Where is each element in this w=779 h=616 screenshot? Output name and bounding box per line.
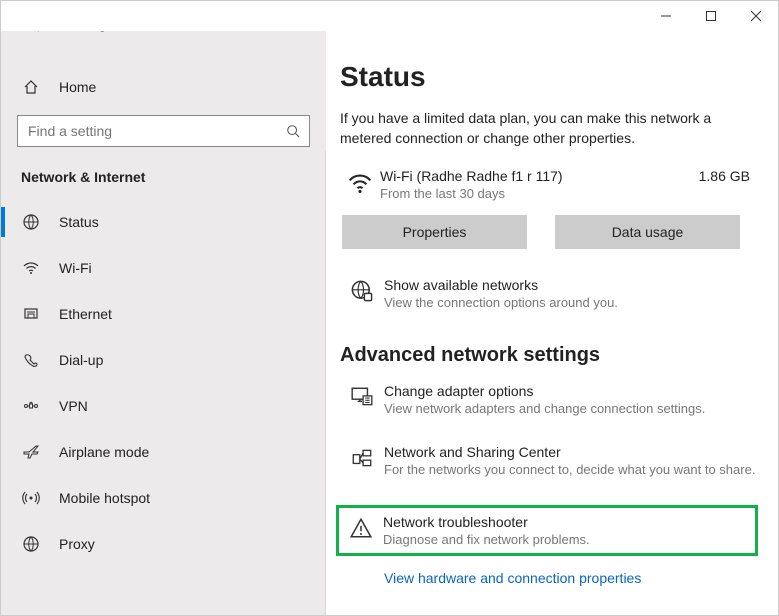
warning-icon [339, 514, 383, 540]
link-title: Network and Sharing Center [384, 444, 755, 460]
nav-wifi[interactable]: Wi-Fi [1, 245, 326, 291]
sidebar: Settings Home Network & Internet [1, 31, 326, 615]
home-nav[interactable]: Home [1, 69, 326, 105]
nav-airplane[interactable]: Airplane mode [1, 429, 326, 475]
nav-label: Ethernet [59, 306, 112, 322]
link-subtitle: View network adapters and change connect… [384, 401, 705, 416]
link-subtitle: Diagnose and fix network problems. [383, 532, 590, 547]
vpn-icon [21, 397, 41, 415]
wifi-icon [21, 259, 41, 277]
hotspot-icon [21, 489, 41, 507]
nav-dialup[interactable]: Dial-up [1, 337, 326, 383]
settings-window: Settings Home Network & Internet [0, 0, 779, 616]
status-icon [21, 213, 41, 231]
network-sharing-center[interactable]: Network and Sharing Center For the netwo… [340, 444, 758, 477]
nav-proxy[interactable]: Proxy [1, 521, 326, 567]
link-subtitle: For the networks you connect to, decide … [384, 462, 755, 477]
nav-label: Dial-up [59, 352, 103, 368]
connection-usage: 1.86 GB [699, 168, 758, 184]
proxy-icon [21, 535, 41, 553]
sharing-icon [340, 444, 384, 470]
connection-name: Wi-Fi (Radhe Radhe f1 r 117) [380, 168, 699, 184]
advanced-header: Advanced network settings [340, 344, 758, 367]
ethernet-icon [21, 305, 41, 323]
search-input[interactable] [18, 123, 277, 139]
intro-text: If you have a limited data plan, you can… [340, 109, 758, 148]
app-title: Settings [67, 31, 112, 32]
nav-label: Proxy [59, 536, 95, 552]
page-title: Status [340, 61, 758, 93]
connection-subtitle: From the last 30 days [380, 186, 699, 201]
airplane-icon [21, 443, 41, 461]
search-box[interactable] [17, 115, 310, 147]
globe-icon [340, 277, 384, 303]
view-hardware-link[interactable]: View hardware and connection properties [384, 570, 758, 586]
dialup-icon [21, 351, 41, 369]
nav-label: Airplane mode [59, 444, 149, 460]
search-icon [277, 124, 309, 138]
network-troubleshooter[interactable]: Network troubleshooter Diagnose and fix … [336, 505, 758, 556]
adapter-icon [340, 383, 384, 409]
properties-button[interactable]: Properties [342, 215, 527, 249]
titlebar [1, 1, 778, 31]
link-title: Change adapter options [384, 383, 705, 399]
home-icon [21, 79, 41, 95]
link-title: Network troubleshooter [383, 514, 590, 530]
nav-vpn[interactable]: VPN [1, 383, 326, 429]
maximize-button[interactable] [688, 1, 733, 31]
connection-row: Wi-Fi (Radhe Radhe f1 r 117) From the la… [340, 168, 758, 201]
nav-status[interactable]: Status [1, 199, 326, 245]
nav-label: Status [59, 214, 99, 230]
change-adapter-options[interactable]: Change adapter options View network adap… [340, 383, 758, 416]
home-label: Home [59, 79, 96, 95]
back-button[interactable] [21, 31, 53, 41]
nav-label: VPN [59, 398, 88, 414]
show-available-networks[interactable]: Show available networks View the connect… [340, 277, 758, 310]
close-button[interactable] [733, 1, 778, 31]
nav-label: Mobile hotspot [59, 490, 150, 506]
content-area: Status If you have a limited data plan, … [326, 31, 778, 615]
nav-ethernet[interactable]: Ethernet [1, 291, 326, 337]
link-subtitle: View the connection options around you. [384, 295, 618, 310]
nav-hotspot[interactable]: Mobile hotspot [1, 475, 326, 521]
minimize-button[interactable] [643, 1, 688, 31]
group-header: Network & Internet [1, 147, 326, 199]
link-title: Show available networks [384, 277, 618, 293]
nav-label: Wi-Fi [59, 260, 92, 276]
data-usage-button[interactable]: Data usage [555, 215, 740, 249]
wifi-icon [340, 168, 380, 196]
